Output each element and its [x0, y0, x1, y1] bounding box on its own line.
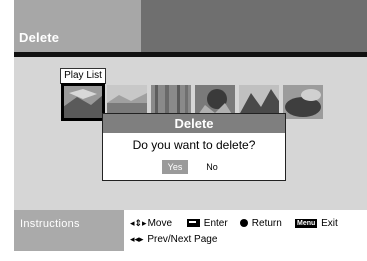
- thumbnail-1[interactable]: [61, 83, 105, 121]
- yes-button[interactable]: Yes: [162, 160, 188, 174]
- instructions-panel: Instructions: [14, 210, 124, 251]
- move-label: Move: [147, 218, 173, 230]
- exit-label: Exit: [321, 218, 338, 229]
- dialog-title: Delete: [103, 114, 285, 133]
- return-button-icon: [240, 219, 248, 228]
- enter-hint: Enter: [187, 218, 228, 229]
- instructions-label: Instructions: [20, 218, 80, 230]
- playlist-label[interactable]: Play List: [60, 68, 106, 84]
- page-hint: ◂◂▸ Prev/Next Page: [130, 234, 217, 245]
- move-hint: ◂⇕▸Move: [130, 218, 172, 229]
- menu-key-icon: Menu: [295, 218, 318, 228]
- thumbnail-6[interactable]: [283, 85, 323, 119]
- dialog-message: Do you want to delete?: [132, 138, 256, 152]
- exit-hint: Menu Exit: [295, 218, 338, 229]
- header-right-panel: [141, 0, 367, 52]
- header-bar: Delete: [14, 0, 367, 52]
- delete-dialog: Delete Do you want to delete? Yes No: [102, 113, 286, 181]
- page-title: Delete: [19, 30, 60, 45]
- footer-bar: Instructions ◂⇕▸Move Enter Return Menu E…: [14, 210, 367, 251]
- prev-next-arrows-icon: ◂◂▸: [130, 234, 144, 244]
- enter-key-icon: [187, 219, 200, 228]
- screen: Delete Play List Delete Do you want to d…: [14, 0, 367, 251]
- no-button[interactable]: No: [202, 160, 222, 174]
- move-arrows-icon: ◂⇕▸: [130, 218, 147, 228]
- return-hint: Return: [240, 218, 282, 229]
- enter-label: Enter: [203, 218, 228, 229]
- return-label: Return: [251, 218, 282, 229]
- page-label: Prev/Next Page: [147, 234, 218, 246]
